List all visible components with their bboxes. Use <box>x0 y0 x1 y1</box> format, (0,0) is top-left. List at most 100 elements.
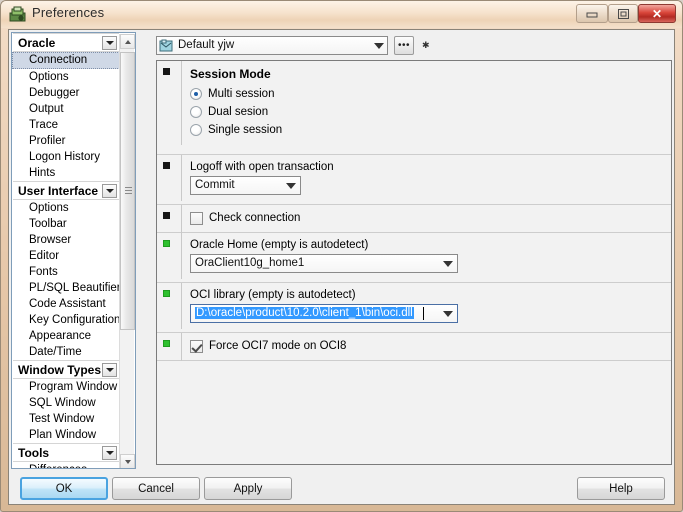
close-icon: ✕ <box>651 6 663 21</box>
preferences-window: Preferences ✕ Oracle Connection Options … <box>0 0 683 512</box>
sidebar-group-tools[interactable]: Tools <box>13 443 119 462</box>
oci-library-combobox[interactable]: D:\oracle\product\10.2.0\client_1\bin\oc… <box>190 304 458 323</box>
ok-button[interactable]: OK <box>20 477 108 500</box>
scrollbar-thumb[interactable] <box>120 52 135 330</box>
profile-combobox-value: Default yjw <box>178 39 235 51</box>
chevron-down-icon[interactable] <box>286 183 296 189</box>
scrollbar-grip-icon <box>125 187 132 196</box>
radio-dual-session[interactable]: Dual sesion <box>190 103 671 120</box>
sidebar-group-label: Oracle <box>18 36 56 50</box>
checkbox-icon[interactable] <box>190 339 203 353</box>
logoff-combobox-value: Commit <box>195 179 235 191</box>
section-check-connection: Check connection <box>157 205 671 233</box>
text-caret <box>423 307 424 320</box>
radio-button-icon[interactable] <box>190 87 202 100</box>
logoff-label: Logoff with open transaction <box>190 161 334 173</box>
sidebar-group-window-types[interactable]: Window Types <box>13 360 119 379</box>
section-marker-icon <box>163 340 170 347</box>
sidebar-item-differences[interactable]: Differences <box>12 462 120 468</box>
section-marker-icon <box>163 162 170 169</box>
profile-modified-marker-icon: ✱ <box>422 40 430 50</box>
sidebar-item-test-window[interactable]: Test Window <box>12 411 120 427</box>
radio-label: Dual sesion <box>208 105 269 118</box>
chevron-down-icon[interactable] <box>102 36 117 50</box>
oracle-home-label: Oracle Home (empty is autodetect) <box>190 239 369 251</box>
title-bar[interactable]: Preferences ✕ <box>1 1 682 28</box>
checkbox-label: Check connection <box>209 212 301 224</box>
oci-library-label: OCI library (empty is autodetect) <box>190 289 356 301</box>
sidebar-item-browser[interactable]: Browser <box>12 232 120 248</box>
sidebar-item-code-assistant[interactable]: Code Assistant <box>12 296 120 312</box>
sidebar-group-label: Tools <box>18 446 50 460</box>
checkbox-icon[interactable] <box>190 211 203 225</box>
radio-single-session[interactable]: Single session <box>190 121 671 138</box>
chevron-down-icon[interactable] <box>102 184 117 198</box>
oracle-home-combobox-value: OraClient10g_home1 <box>195 257 305 269</box>
help-button[interactable]: Help <box>577 477 665 500</box>
sidebar-item-trace[interactable]: Trace <box>12 117 120 133</box>
section-marker-icon <box>163 212 170 219</box>
oracle-home-combobox[interactable]: OraClient10g_home1 <box>190 254 458 273</box>
section-marker-icon <box>163 290 170 297</box>
profile-icon <box>159 39 173 52</box>
session-mode-title: Session Mode <box>190 67 271 81</box>
settings-tree-sidebar[interactable]: Oracle Connection Options Debugger Outpu… <box>11 32 136 469</box>
sidebar-item-hints[interactable]: Hints <box>12 165 120 181</box>
radio-button-icon[interactable] <box>190 105 202 118</box>
sidebar-item-plan-window[interactable]: Plan Window <box>12 427 120 443</box>
sidebar-item-toolbar[interactable]: Toolbar <box>12 216 120 232</box>
chevron-down-icon[interactable] <box>443 261 453 267</box>
chevron-down-icon[interactable] <box>374 43 384 49</box>
radio-multi-session[interactable]: Multi session <box>190 85 671 102</box>
sidebar-item-plsql-beautifier[interactable]: PL/SQL Beautifier <box>12 280 120 296</box>
scroll-down-arrow-icon[interactable] <box>120 454 135 468</box>
radio-label: Multi session <box>208 87 275 100</box>
scroll-up-arrow-icon[interactable] <box>120 34 135 49</box>
connection-settings-panel: Session Mode Multi session Dual sesion S… <box>156 60 672 465</box>
chevron-down-icon[interactable] <box>102 446 117 460</box>
sidebar-group-label: Window Types <box>18 363 102 377</box>
section-oci-library: OCI library (empty is autodetect) D:\ora… <box>157 283 671 333</box>
check-connection-row[interactable]: Check connection <box>190 209 671 227</box>
maximize-button[interactable] <box>608 4 638 23</box>
sidebar-item-logon-history[interactable]: Logon History <box>12 149 120 165</box>
sidebar-item-ui-options[interactable]: Options <box>12 200 120 216</box>
sidebar-item-output[interactable]: Output <box>12 101 120 117</box>
sidebar-group-label: User Interface <box>18 184 99 198</box>
sidebar-item-date-time[interactable]: Date/Time <box>12 344 120 360</box>
radio-button-icon[interactable] <box>190 123 202 136</box>
cancel-button[interactable]: Cancel <box>112 477 200 500</box>
section-logoff-transaction: Logoff with open transaction Commit <box>157 155 671 205</box>
apply-button[interactable]: Apply <box>204 477 292 500</box>
oci-library-combobox-value[interactable]: D:\oracle\product\10.2.0\client_1\bin\oc… <box>195 307 414 319</box>
dialog-footer: OK Cancel Apply Help <box>8 472 675 505</box>
sidebar-item-key-configuration[interactable]: Key Configuration <box>12 312 120 328</box>
sidebar-item-connection[interactable]: Connection <box>12 52 120 69</box>
sidebar-item-profiler[interactable]: Profiler <box>12 133 120 149</box>
preferences-app-icon <box>9 6 26 22</box>
sidebar-item-editor[interactable]: Editor <box>12 248 120 264</box>
sidebar-item-options[interactable]: Options <box>12 69 120 85</box>
sidebar-item-program-window[interactable]: Program Window <box>12 379 120 395</box>
sidebar-item-appearance[interactable]: Appearance <box>12 328 120 344</box>
force-oci7-row[interactable]: Force OCI7 mode on OCI8 <box>190 337 671 355</box>
minimize-button[interactable] <box>576 4 608 23</box>
sidebar-item-debugger[interactable]: Debugger <box>12 85 120 101</box>
sidebar-scrollbar[interactable] <box>119 34 135 468</box>
section-session-mode: Session Mode Multi session Dual sesion S… <box>157 61 671 155</box>
sidebar-item-fonts[interactable]: Fonts <box>12 264 120 280</box>
sidebar-group-user-interface[interactable]: User Interface <box>13 181 119 200</box>
profile-browse-button[interactable]: ••• <box>394 36 414 55</box>
section-force-oci7: Force OCI7 mode on OCI8 <box>157 333 671 361</box>
profile-combobox[interactable]: Default yjw <box>156 36 388 55</box>
sidebar-item-sql-window[interactable]: SQL Window <box>12 395 120 411</box>
chevron-down-icon[interactable] <box>443 311 453 317</box>
dialog-client-area: Oracle Connection Options Debugger Outpu… <box>8 29 675 472</box>
checkbox-label: Force OCI7 mode on OCI8 <box>209 340 347 352</box>
chevron-down-icon[interactable] <box>102 363 117 377</box>
logoff-combobox[interactable]: Commit <box>190 176 301 195</box>
sidebar-group-oracle[interactable]: Oracle <box>13 33 119 52</box>
close-button[interactable]: ✕ <box>638 4 676 23</box>
minimize-icon <box>577 5 607 22</box>
settings-tree[interactable]: Oracle Connection Options Debugger Outpu… <box>12 33 120 468</box>
